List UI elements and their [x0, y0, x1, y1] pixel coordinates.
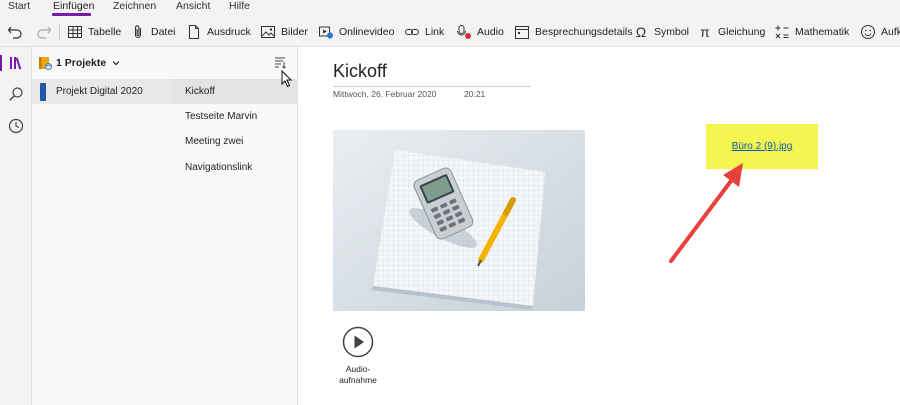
insert-table-label: Tabelle [88, 26, 122, 38]
tab-ansicht[interactable]: Ansicht [176, 0, 210, 13]
section-color-bar [40, 82, 46, 101]
tab-zeichnen[interactable]: Zeichnen [113, 0, 156, 13]
insert-link-label: Link [425, 26, 445, 38]
insert-pictures-button[interactable]: Bilder [260, 23, 308, 41]
table-icon [68, 26, 82, 38]
page-label: Meeting zwei [185, 136, 244, 147]
page-time: 20:21 [464, 89, 486, 99]
page-canvas[interactable]: Kickoff Mittwoch, 26. Februar 2020 20:21 [299, 47, 900, 405]
section-label: Projekt Digital 2020 [56, 86, 143, 97]
document-icon [189, 25, 199, 39]
tab-hilfe[interactable]: Hilfe [229, 0, 250, 13]
image-icon [261, 26, 275, 38]
page-label: Kickoff [185, 86, 215, 97]
insert-audio-label: Audio [477, 26, 504, 38]
recent-nav-button[interactable] [6, 116, 26, 136]
sort-icon [275, 57, 286, 69]
notepad-phone-pen-image [333, 130, 585, 311]
insert-printout-button[interactable]: Ausdruck [186, 23, 251, 41]
mouse-cursor-icon [281, 70, 293, 88]
meeting-details-button[interactable]: Besprechungsdetails [514, 23, 632, 41]
meeting-details-label: Besprechungsdetails [535, 26, 633, 38]
chevron-down-icon [112, 61, 120, 66]
insert-online-video-label: Onlinevideo [339, 26, 395, 38]
page-item-navigationslink[interactable]: Navigationslink [172, 155, 298, 180]
page-title[interactable]: Kickoff [333, 61, 387, 82]
undo-icon [7, 26, 22, 39]
insert-equation-button[interactable]: π Gleichung [697, 23, 765, 41]
annotation-arrow-icon [669, 163, 743, 263]
audio-label-line2: aufnahme [339, 375, 377, 385]
section-list: Projekt Digital 2020 [32, 79, 172, 405]
ribbon-toolbar: Tabelle Datei Ausdruck Bilder Onlinevide… [0, 16, 900, 47]
library-icon [10, 57, 22, 70]
paperclip-icon [134, 25, 142, 39]
notebooks-nav-button[interactable] [0, 53, 26, 73]
sticker-icon [861, 25, 875, 39]
play-icon [342, 326, 374, 358]
section-item-projekt-digital-2020[interactable]: Projekt Digital 2020 [32, 79, 172, 104]
page-item-kickoff[interactable]: Kickoff [172, 79, 298, 104]
redo-icon [37, 26, 52, 39]
clock-icon [8, 118, 24, 134]
notebook-name: 1 Projekte [56, 57, 107, 69]
tab-start[interactable]: Start [8, 0, 30, 13]
sticker-button[interactable]: Aufk [860, 23, 900, 41]
math-button[interactable]: Mathematik [774, 23, 849, 41]
math-label: Mathematik [795, 26, 850, 38]
notebook-pane: 1 Projekte Projekt Digital 2020 Kickoff … [32, 47, 298, 405]
undo-button[interactable] [7, 23, 28, 41]
sticker-label: Aufk [881, 26, 900, 38]
title-underline [333, 86, 531, 87]
audio-label-line1: Audio- [345, 364, 371, 374]
navigation-rail [0, 47, 32, 405]
insert-printout-label: Ausdruck [207, 26, 251, 38]
online-video-icon [319, 26, 333, 39]
sort-pages-button[interactable] [272, 55, 288, 71]
pi-icon: π [700, 24, 710, 40]
page-label: Navigationslink [185, 162, 253, 173]
calendar-icon [515, 26, 529, 39]
page-item-testseite-marvin[interactable]: Testseite Marvin [172, 104, 298, 129]
link-icon [405, 29, 419, 35]
page-date: Mittwoch, 26. Februar 2020 [333, 89, 437, 99]
insert-online-video-button[interactable]: Onlinevideo [318, 23, 394, 41]
audio-record-icon [457, 25, 471, 39]
attachment-link[interactable]: Büro 2 (9).jpg [732, 141, 793, 152]
page-label: Testseite Marvin [185, 111, 258, 122]
insert-symbol-button[interactable]: Ω Symbol [633, 23, 689, 41]
ribbon-separator [59, 24, 60, 40]
audio-recording[interactable]: Audio- aufnahme [333, 326, 383, 386]
page-item-meeting-zwei[interactable]: Meeting zwei [172, 129, 298, 154]
tab-einfuegen[interactable]: Einfügen [53, 0, 94, 13]
page-list: Kickoff Testseite Marvin Meeting zwei Na… [172, 79, 298, 405]
insert-file-button[interactable]: Datei [130, 23, 176, 41]
search-nav-button[interactable] [6, 84, 26, 104]
insert-pictures-label: Bilder [281, 26, 308, 38]
notebook-sync-icon [39, 57, 52, 70]
redo-button[interactable] [36, 23, 57, 41]
omega-icon: Ω [635, 24, 647, 40]
insert-file-label: Datei [151, 26, 176, 38]
insert-equation-label: Gleichung [718, 26, 766, 38]
search-icon [9, 87, 23, 101]
insert-audio-button[interactable]: Audio [456, 23, 504, 41]
menu-bar: Start Einfügen Zeichnen Ansicht Hilfe [0, 0, 900, 16]
insert-symbol-label: Symbol [654, 26, 690, 38]
embedded-photo[interactable] [333, 130, 585, 311]
insert-link-button[interactable]: Link [404, 23, 444, 41]
insert-table-button[interactable]: Tabelle [67, 23, 121, 41]
math-icon [775, 25, 789, 39]
notebook-selector[interactable]: 1 Projekte [38, 55, 125, 71]
